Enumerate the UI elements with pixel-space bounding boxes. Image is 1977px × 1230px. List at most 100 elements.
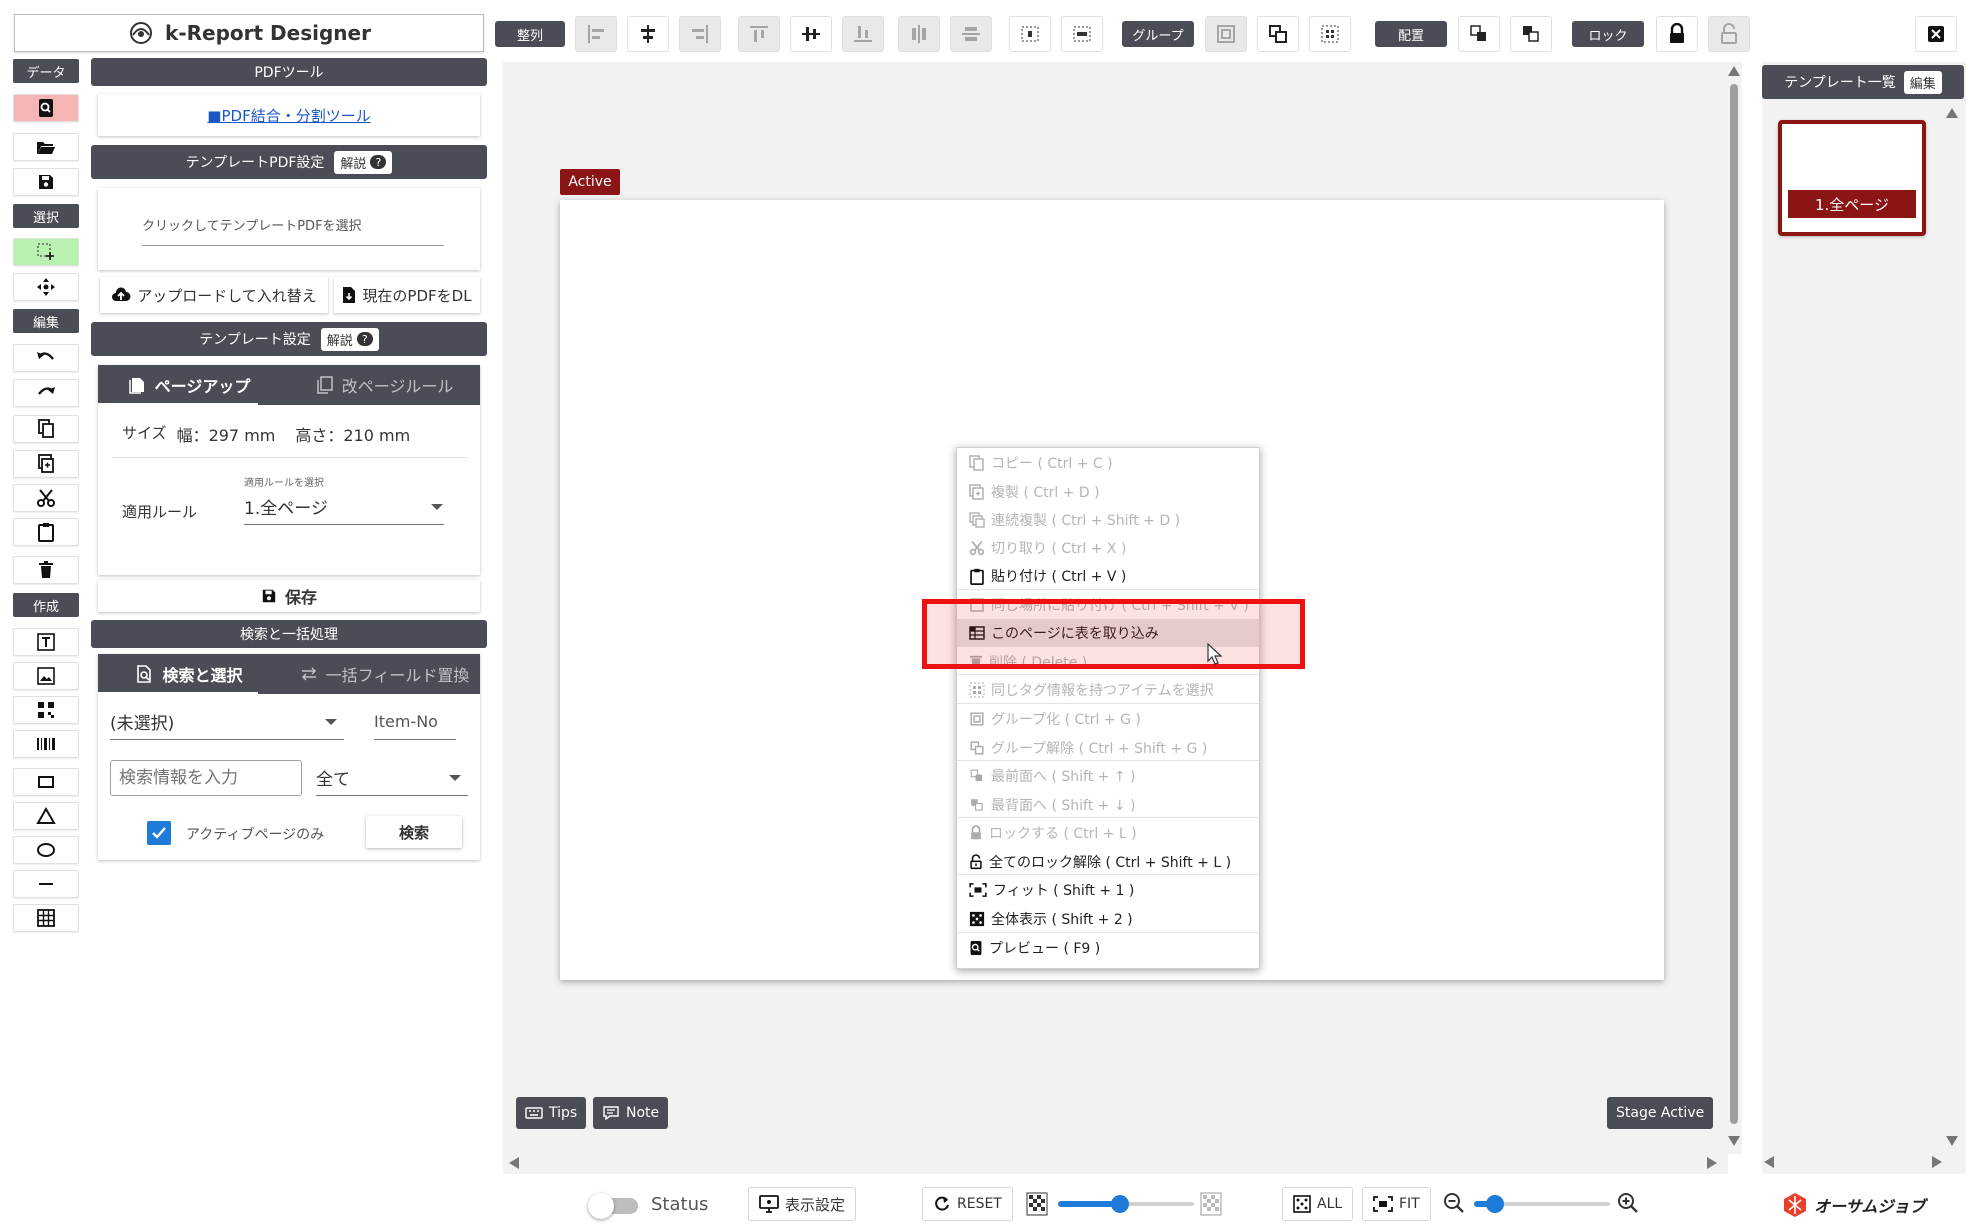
horizontal-scrollbar[interactable]: [503, 1153, 1725, 1171]
align-bottom-button[interactable]: [842, 16, 884, 52]
show-all-button[interactable]: ALL: [1282, 1187, 1354, 1221]
tab-page-break-rule[interactable]: 改ページルール: [289, 365, 480, 405]
scope-select[interactable]: 全て: [316, 760, 468, 796]
distribute-h-button[interactable]: [898, 16, 940, 52]
send-back-button[interactable]: [1510, 16, 1552, 52]
add-triangle-button[interactable]: [13, 802, 79, 830]
bring-front-button[interactable]: [1458, 16, 1500, 52]
paste-button[interactable]: [13, 518, 79, 546]
template-pdf-help-button[interactable]: 解説 ?: [334, 150, 393, 174]
scroll-right-arrow-icon[interactable]: [1707, 1157, 1717, 1169]
match-width-button[interactable]: [1009, 16, 1051, 52]
add-rectangle-button[interactable]: [13, 768, 79, 796]
match-height-button[interactable]: [1061, 16, 1103, 52]
checker-light-icon: [1200, 1192, 1222, 1220]
context-menu-item[interactable]: 複製 ( Ctrl + D ): [957, 478, 1259, 506]
lock-button[interactable]: [1656, 16, 1698, 52]
save-template-button[interactable]: 保存: [98, 580, 480, 612]
open-file-button[interactable]: [13, 133, 79, 161]
context-menu-item[interactable]: 全体表示 ( Shift + 2 ): [957, 905, 1259, 933]
search-input[interactable]: [110, 760, 302, 796]
context-menu-item[interactable]: 最背面へ ( Shift + ↓ ): [957, 791, 1259, 819]
duplicate-button[interactable]: [13, 450, 79, 478]
rule-select[interactable]: 1.全ページ: [244, 489, 444, 525]
move-button[interactable]: [13, 273, 79, 301]
undo-button[interactable]: [13, 344, 79, 372]
delete-button[interactable]: [13, 556, 79, 584]
pdf-merge-split-link[interactable]: ■PDF結合・分割ツール: [207, 105, 370, 126]
item-no-field[interactable]: Item-No: [374, 704, 456, 740]
copy-button[interactable]: [13, 415, 79, 443]
add-barcode-button[interactable]: [13, 730, 79, 758]
context-menu-item[interactable]: 最前面へ ( Shift + ↑ ): [957, 762, 1259, 790]
template-settings-help-button[interactable]: 解説 ?: [320, 327, 379, 351]
context-menu-item[interactable]: 連続複製 ( Ctrl + Shift + D ): [957, 506, 1259, 534]
template-thumbnail[interactable]: 1.全ページ: [1778, 120, 1926, 236]
scroll-down-arrow-icon[interactable]: [1728, 1136, 1740, 1146]
align-middle-v-button[interactable]: [790, 16, 832, 52]
scroll-up-arrow-icon[interactable]: [1728, 66, 1740, 76]
note-button[interactable]: Note: [593, 1097, 669, 1129]
context-menu-item[interactable]: グループ解除 ( Ctrl + Shift + G ): [957, 734, 1259, 762]
active-only-checkbox[interactable]: [147, 821, 171, 845]
fit-button[interactable]: FIT: [1362, 1187, 1431, 1221]
select-grid-button[interactable]: [1309, 16, 1351, 52]
context-menu-item[interactable]: ロックする ( Ctrl + L ): [957, 819, 1259, 847]
distribute-v-button[interactable]: [950, 16, 992, 52]
upload-replace-button[interactable]: アップロードして入れ替え: [100, 277, 328, 313]
align-center-h-button[interactable]: [627, 16, 669, 52]
cut-button[interactable]: [13, 484, 79, 512]
tab-bulk-replace[interactable]: 一括フィールド置換: [289, 654, 480, 694]
context-menu-item[interactable]: 同じタグ情報を持つアイテムを選択: [957, 676, 1259, 704]
display-settings-button[interactable]: 表示設定: [748, 1187, 857, 1221]
zoom-slider-knob[interactable]: [1486, 1195, 1504, 1213]
align-top-button[interactable]: [738, 16, 780, 52]
add-ellipse-button[interactable]: [13, 836, 79, 864]
zoom-in-icon[interactable]: [1616, 1191, 1640, 1219]
align-left-button[interactable]: [575, 16, 617, 52]
status-toggle[interactable]: [588, 1192, 642, 1219]
search-button[interactable]: 検索: [366, 816, 462, 848]
template-scroll-down-icon[interactable]: [1946, 1136, 1958, 1146]
redo-button[interactable]: [13, 379, 79, 407]
download-pdf-button[interactable]: 現在のPDFをDL: [334, 277, 480, 313]
vertical-scroll-thumb[interactable]: [1730, 84, 1738, 1124]
save-file-button[interactable]: [13, 168, 79, 196]
context-menu-item[interactable]: プレビュー ( F9 ): [957, 934, 1259, 962]
template-pdf-select-field[interactable]: クリックしてテンプレートPDFを選択: [142, 215, 362, 234]
template-scroll-left-icon[interactable]: [1764, 1156, 1774, 1168]
template-list-edit-button[interactable]: 編集: [1903, 70, 1942, 94]
add-text-button[interactable]: [13, 628, 79, 656]
context-menu-item[interactable]: グループ化 ( Ctrl + G ): [957, 705, 1259, 733]
close-button[interactable]: [1915, 16, 1957, 52]
reset-button[interactable]: RESET: [922, 1187, 1013, 1221]
scroll-left-arrow-icon[interactable]: [509, 1157, 519, 1169]
tab-search-select[interactable]: 検索と選択: [98, 654, 289, 694]
vertical-scrollbar[interactable]: [1726, 62, 1742, 1154]
preview-button[interactable]: [13, 94, 79, 122]
field-select[interactable]: (未選択): [110, 704, 344, 740]
tab-page-setup[interactable]: ページアップ: [98, 365, 289, 405]
rect-select-button[interactable]: [13, 238, 79, 266]
context-menu-item[interactable]: コピー ( Ctrl + C ): [957, 449, 1259, 477]
template-scroll-right-icon[interactable]: [1932, 1156, 1942, 1168]
context-menu-item[interactable]: 貼り付け ( Ctrl + V ): [957, 562, 1259, 590]
zoom-out-icon[interactable]: [1442, 1191, 1466, 1219]
context-menu-item[interactable]: フィット ( Shift + 1 ): [957, 876, 1259, 904]
add-qrcode-button[interactable]: [13, 696, 79, 724]
align-right-button[interactable]: [679, 16, 721, 52]
add-image-button[interactable]: [13, 662, 79, 690]
group-button[interactable]: [1205, 16, 1247, 52]
ungroup-button[interactable]: [1257, 16, 1299, 52]
add-line-button[interactable]: [13, 870, 79, 898]
tips-button[interactable]: Tips: [516, 1097, 587, 1129]
zoom-slider[interactable]: [1474, 1193, 1610, 1215]
opacity-slider[interactable]: [1058, 1193, 1194, 1215]
template-scroll-up-icon[interactable]: [1946, 108, 1958, 118]
context-menu-item[interactable]: 切り取り ( Ctrl + X ): [957, 534, 1259, 562]
opacity-slider-knob[interactable]: [1111, 1195, 1129, 1213]
add-table-button[interactable]: [13, 904, 79, 932]
unlock-button[interactable]: [1708, 16, 1750, 52]
context-menu-item[interactable]: 全てのロック解除 ( Ctrl + Shift + L ): [957, 848, 1259, 876]
stage-active-button[interactable]: Stage Active: [1607, 1097, 1714, 1129]
